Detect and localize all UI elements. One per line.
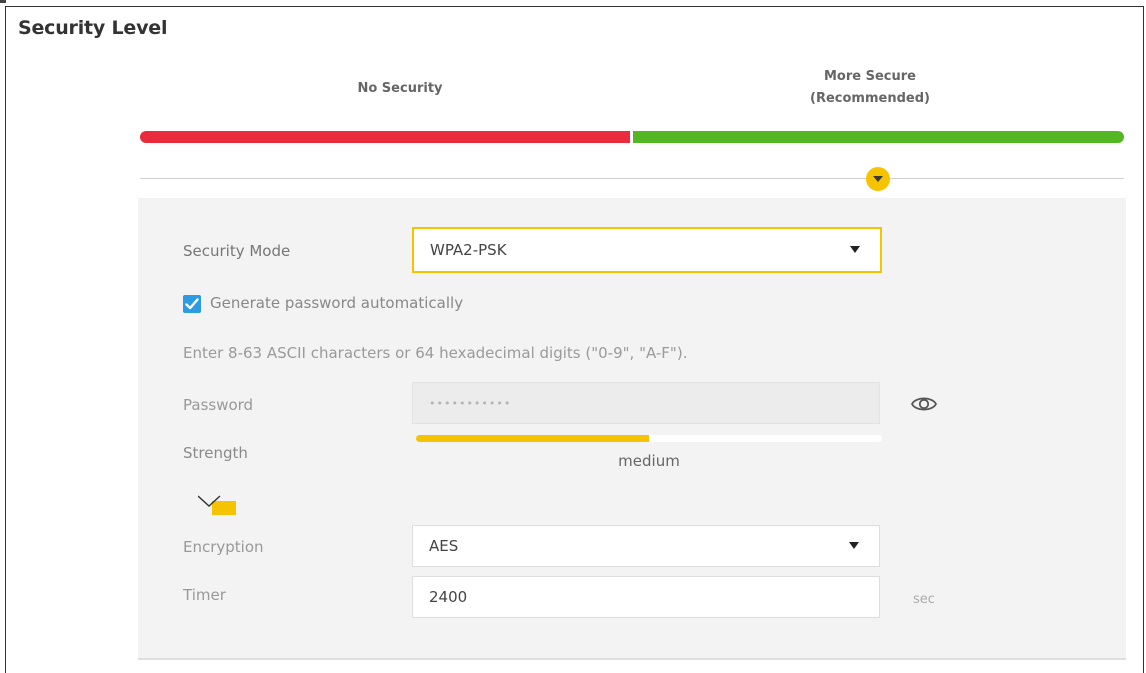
checkmark-icon xyxy=(185,298,199,310)
security-level-panel: Security Level No Security More Secure (… xyxy=(0,0,1146,673)
level-option-no-security[interactable]: No Security xyxy=(300,78,500,100)
security-mode-value: WPA2-PSK xyxy=(430,241,507,259)
password-field[interactable]: ••••••••••• xyxy=(412,382,880,424)
generate-password-checkbox[interactable] xyxy=(183,295,201,313)
level-option-sublabel: (Recommended) xyxy=(810,91,930,106)
password-value: ••••••••••• xyxy=(429,396,512,410)
divider xyxy=(140,178,1124,179)
timer-input[interactable]: 2400 xyxy=(412,576,880,618)
timer-label: Timer xyxy=(183,586,226,604)
section-title: Security Level xyxy=(18,17,168,39)
no-security-segment[interactable] xyxy=(140,131,630,143)
eye-icon[interactable] xyxy=(910,393,938,415)
chevron-down-icon[interactable] xyxy=(866,167,890,191)
encryption-value: AES xyxy=(429,537,459,555)
security-level-slider[interactable] xyxy=(140,131,1124,143)
strength-label: Strength xyxy=(183,444,248,462)
password-hint: Enter 8-63 ASCII characters or 64 hexade… xyxy=(183,344,688,362)
timer-value: 2400 xyxy=(429,588,468,606)
generate-password-label[interactable]: Generate password automatically xyxy=(210,294,463,312)
caret-down-icon xyxy=(850,246,860,253)
timer-unit: sec xyxy=(913,592,935,607)
level-option-label: More Secure xyxy=(824,69,916,84)
level-option-more-secure[interactable]: More Secure (Recommended) xyxy=(770,66,970,110)
strength-value: medium xyxy=(618,452,680,470)
password-label: Password xyxy=(183,396,254,414)
advanced-chevron-down-icon[interactable] xyxy=(198,495,238,515)
encryption-select[interactable]: AES xyxy=(412,525,880,567)
strength-meter-fill xyxy=(416,435,649,442)
security-mode-select[interactable]: WPA2-PSK xyxy=(412,227,882,273)
encryption-label: Encryption xyxy=(183,538,264,556)
corner-mark xyxy=(0,0,6,3)
caret-down-icon xyxy=(849,542,859,549)
more-secure-segment[interactable] xyxy=(633,131,1124,143)
security-mode-label: Security Mode xyxy=(183,242,291,260)
level-option-label: No Security xyxy=(357,81,443,96)
